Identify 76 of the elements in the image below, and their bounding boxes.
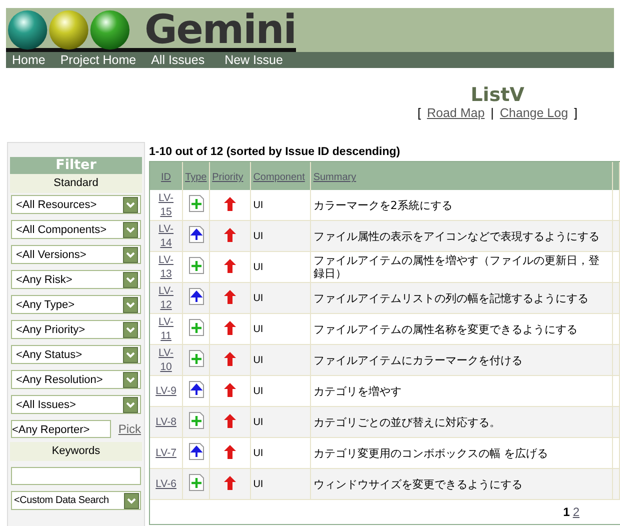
reporter-field[interactable]: <Any Reporter> [11,420,111,438]
component-text: UI [253,292,264,304]
issue-summary: ファイルアイテムの属性を増やす（ファイルの更新日，登録日） [313,254,600,280]
new-feature-icon [188,350,204,367]
issue-summary: カラーマークを2系統にする [313,198,452,212]
component-text: UI [253,324,264,334]
component-text: UI [253,200,264,210]
component-text: UI [253,354,264,366]
separator: | [490,106,494,120]
filter-dropdown[interactable]: <All Versions> [11,245,141,264]
priority-arrow-icon [224,414,236,428]
results-summary: 1-10 out of 12 (sorted by Issue ID descending) [149,145,402,160]
component-text: UI [253,478,264,490]
page-link[interactable]: 2 [572,505,580,519]
priority-arrow-icon [224,196,236,210]
issue-summary: ウィンドウサイズを変更できるようにする [313,478,522,490]
nav-link[interactable]: Home [12,52,46,68]
priority-arrow-icon [224,352,236,366]
custom-search-dropdown[interactable]: <Custom Data Search [11,491,141,510]
improvement-icon [188,443,204,460]
issue-id-link[interactable]: LV-13 [154,253,178,281]
priority-arrow-icon [224,476,236,490]
filter-dropdown[interactable]: <All Issues> [11,395,141,414]
project-title: ListV [470,84,524,106]
nav-link[interactable]: All Issues [151,52,205,68]
section-label: Keywords [10,442,142,461]
priority-arrow-icon [224,444,236,458]
improvement-icon [188,381,204,398]
priority-arrow-icon [224,320,236,334]
filter-dropdown[interactable]: <Any Resolution> [11,370,141,389]
component-text: UI [253,386,264,396]
new-feature-icon [188,319,204,336]
filter-dropdown[interactable]: <Any Priority> [11,320,141,339]
spheres-icon [7,9,132,51]
issue-summary: カテゴリごとの並び替えに対応する。 [313,416,500,428]
new-feature-icon [188,474,204,491]
filter-dropdown[interactable]: <Any Risk> [11,270,141,289]
issue-id-link[interactable]: LV-11 [154,315,178,343]
priority-arrow-icon [224,258,236,272]
priority-arrow-icon [224,382,236,396]
project-link[interactable]: Change Log [500,106,568,120]
filter-title: Filter [10,157,142,174]
improvement-icon [188,226,204,243]
filter-dropdown[interactable]: <Any Status> [11,345,141,364]
filter-dropdown[interactable]: <All Components> [11,220,141,239]
nav-link[interactable]: New Issue [224,52,283,68]
new-feature-icon [188,195,204,212]
page-link[interactable]: 1 [563,505,570,519]
project-link[interactable]: Road Map [426,106,485,120]
component-text: UI [253,416,264,428]
bracket: [ [417,106,421,120]
priority-arrow-icon [224,290,236,304]
new-feature-icon [188,412,204,429]
pick-link[interactable]: Pick [118,422,141,436]
improvement-icon [188,288,204,305]
filter-dropdown[interactable]: <Any Type> [11,295,141,314]
component-text: UI [253,230,264,242]
issue-summary: ファイルアイテムの属性名称を変更できるようにする [313,322,578,336]
issue-summary: カテゴリを増やす [313,384,402,398]
issue-id-link[interactable]: LV-7 [154,446,178,460]
section-label: Standard [10,174,142,193]
issue-id-link[interactable]: LV-9 [154,384,178,398]
keywords-field[interactable] [11,467,141,485]
new-feature-icon [188,257,204,274]
issue-summary: カテゴリ変更用のコンボボックスの幅 を広げる [313,446,548,460]
filter-dropdown[interactable]: <All Resources> [11,195,141,214]
logo-text: Gemini [144,10,296,50]
component-text: UI [253,262,264,272]
issue-id-link[interactable]: LV-15 [154,191,178,219]
issue-summary: ファイルアイテムにカラーマークを付ける [313,354,522,366]
bracket: ] [574,106,578,120]
issue-summary: ファイル属性の表示をアイコンなどで表現するようにする [313,230,600,242]
priority-arrow-icon [224,228,236,242]
nav-link[interactable]: Project Home [60,52,136,68]
component-text: UI [253,448,264,458]
issue-summary: ファイルアイテムリストの列の幅を記憶するようにする [313,292,588,304]
